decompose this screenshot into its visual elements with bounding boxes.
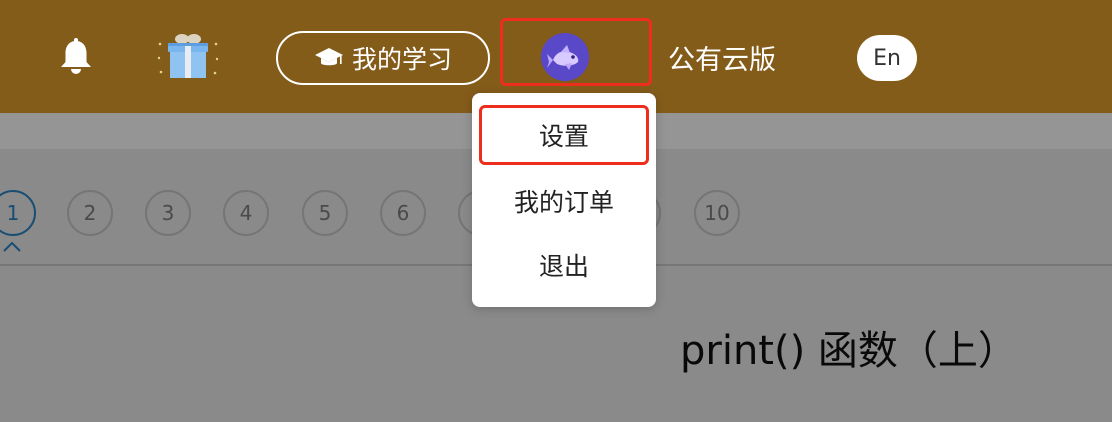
bell-icon[interactable] bbox=[58, 38, 94, 76]
user-menu-dropdown: 设置 我的订单 退出 bbox=[472, 93, 656, 307]
menu-item-settings[interactable]: 设置 bbox=[479, 105, 649, 165]
language-toggle[interactable]: En bbox=[857, 35, 917, 81]
public-cloud-link[interactable]: 公有云版 bbox=[668, 38, 776, 77]
menu-item-my-orders[interactable]: 我的订单 bbox=[472, 172, 656, 230]
user-avatar-button[interactable] bbox=[500, 18, 652, 86]
gift-icon[interactable] bbox=[156, 32, 220, 80]
graduation-cap-icon bbox=[314, 48, 343, 66]
avatar bbox=[541, 33, 589, 81]
my-learning-button[interactable]: 我的学习 bbox=[276, 31, 490, 85]
menu-item-logout[interactable]: 退出 bbox=[472, 236, 656, 294]
my-learning-label: 我的学习 bbox=[351, 45, 452, 74]
